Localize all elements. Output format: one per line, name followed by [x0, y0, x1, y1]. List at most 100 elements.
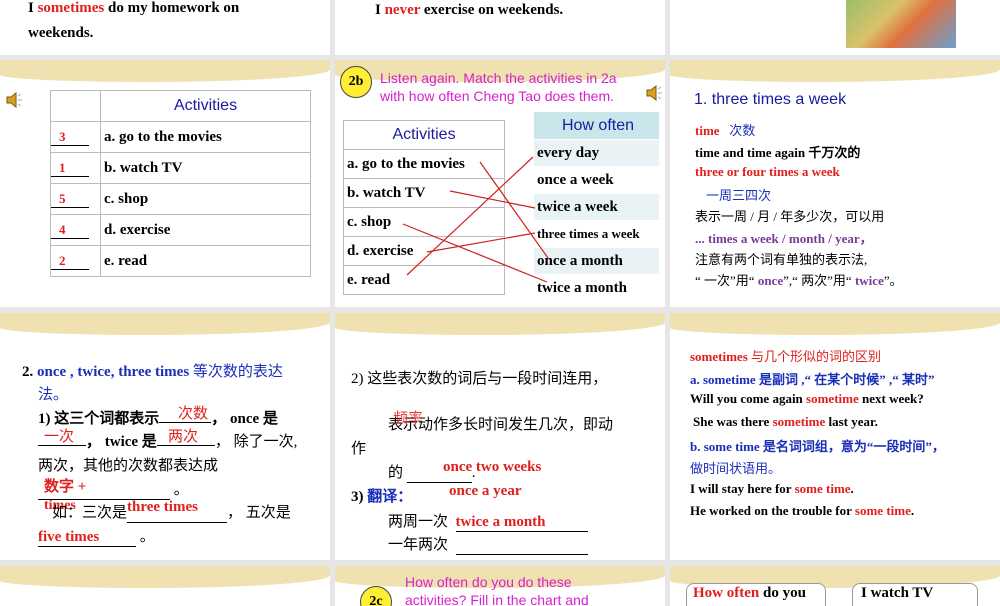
slide-row0-1[interactable]: I sometimes do my homework on weekends. — [0, 0, 330, 55]
exercise-badge: 2c — [360, 586, 392, 606]
answer-fill: 频率 — [393, 411, 424, 427]
activity-label: d. exercise — [100, 214, 311, 246]
header-band — [0, 313, 330, 335]
text-line: 一年两次 — [388, 533, 588, 555]
table-row: 3 a. go to the movies — [50, 121, 311, 153]
text: 两周一次 — [388, 514, 449, 530]
answer-fill: five times — [38, 529, 136, 547]
speaker-icon[interactable] — [5, 91, 23, 109]
slide-2b-matching[interactable]: 2b Listen again. Match the activities in… — [335, 60, 665, 307]
text-line: 法。 — [38, 387, 69, 403]
text-line: 表示一周 / 月 / 年多少次，可以用 — [695, 209, 885, 224]
header-band — [335, 313, 665, 335]
text: once , twice, three times — [37, 364, 190, 380]
text-line: 注意有两个词有单独的表示法, — [695, 252, 868, 267]
header-band — [670, 60, 1000, 82]
answer-fill: once a year — [449, 483, 522, 499]
header-band — [670, 313, 1000, 335]
activity-label: c. shop — [100, 183, 311, 215]
answer: 5 — [51, 191, 89, 208]
slide-row0-3[interactable] — [670, 0, 1000, 55]
section-title: 2. once , twice, three times 等次数的表达 — [22, 360, 283, 381]
text-line: He worked on the trouble for some time. — [690, 503, 914, 519]
text: Will you come again — [690, 391, 807, 406]
text: . — [910, 503, 915, 518]
text: 。 — [173, 482, 189, 498]
speech-box-question: How often do you — [686, 583, 826, 606]
activity-label: a. go to the movies — [100, 121, 311, 153]
sentence-sometimes: I sometimes do my homework on — [28, 0, 239, 17]
slide-row3-3[interactable]: How often do you I watch TV — [670, 566, 1000, 606]
match-line — [426, 232, 536, 253]
answer-fill: twice a month — [455, 514, 588, 532]
table-row: 1 b. watch TV — [50, 152, 311, 184]
match-line — [479, 161, 549, 259]
table-row: 4 d. exercise — [50, 214, 311, 246]
text: sometime — [772, 414, 826, 429]
text: do my homework on — [104, 0, 240, 16]
text: I will stay here for — [690, 481, 795, 496]
text: ”。 — [883, 273, 903, 288]
text-line: “ 一次”用“ once”,“ 两次”用“ twice”。 — [695, 270, 903, 289]
text: I — [375, 2, 385, 18]
answer: 4 — [51, 222, 89, 239]
slide-count-expressions[interactable]: 2. once , twice, three times 等次数的表达 法。 1… — [0, 313, 330, 560]
text: She was there — [693, 414, 773, 429]
text: How often — [693, 585, 760, 601]
text: last year. — [825, 414, 878, 429]
text-line: ... times a week / month / year， — [695, 231, 873, 246]
slide-three-times-a-week[interactable]: 1. three times a week time 次数 time and t… — [670, 60, 1000, 307]
highlight: sometimes — [37, 0, 105, 16]
text: I — [28, 0, 38, 16]
answer-cell[interactable]: 3 — [50, 121, 101, 153]
text: time — [695, 123, 720, 138]
text: 的 — [388, 465, 404, 481]
slide-row0-2[interactable]: I never exercise on weekends. — [335, 0, 665, 55]
answer-fill: 一次 — [44, 429, 75, 445]
match-line — [406, 156, 534, 276]
blank-header — [50, 90, 101, 122]
text: 3) — [351, 489, 368, 505]
text-line: She was there sometime last year. — [693, 414, 878, 430]
text: 2. — [22, 364, 37, 380]
text-line: 两次，其他的次数都表达成 — [38, 458, 219, 474]
text-line: I will stay here for some time. — [690, 481, 854, 497]
text: He worked on the trouble for — [690, 503, 855, 518]
activities-table: Activities 3 a. go to the movies 1 b. watc… — [50, 90, 311, 277]
answer-cell[interactable]: 2 — [50, 245, 101, 277]
header-band — [0, 60, 330, 82]
sentence-line2: weekends. — [28, 25, 94, 41]
match-line — [402, 223, 548, 283]
slide-2c[interactable]: 2c How often do you do these activities?… — [335, 566, 665, 606]
text: ， once 是 — [211, 411, 278, 427]
slide-title: 1. three times a week — [694, 91, 847, 108]
slide-row3-1[interactable] — [0, 566, 330, 606]
text: “ 一次”用“ — [695, 273, 758, 288]
answer-cell[interactable]: 1 — [50, 152, 101, 184]
text: 与几个形似的词的区别 — [747, 349, 882, 364]
text: do you — [759, 585, 806, 601]
text: sometimes — [690, 349, 748, 364]
text: once — [757, 273, 784, 288]
text: 翻译： — [367, 489, 413, 505]
text-line: 3) 翻译： — [351, 485, 412, 506]
text: some time — [794, 481, 851, 496]
activity-label: b. watch TV — [100, 152, 311, 184]
slide-2a-answers[interactable]: Activities 3 a. go to the movies 1 b. watc… — [0, 60, 330, 307]
answer-cell[interactable]: 4 — [50, 214, 101, 246]
activity-label: e. read — [100, 245, 311, 277]
table-row: 5 c. shop — [50, 183, 311, 215]
match-line — [449, 190, 536, 209]
text-line: 一周三四次 — [706, 188, 772, 203]
answer-cell[interactable]: 5 — [50, 183, 101, 215]
text-line: three or four times a week — [695, 164, 840, 179]
answer: 2 — [51, 253, 89, 270]
text: ， twice 是 — [86, 434, 157, 450]
text: 次数 — [729, 123, 756, 138]
slide-sometimes-differences[interactable]: sometimes 与几个形似的词的区别 a. sometime 是副词 ,“ … — [670, 313, 1000, 560]
slide-frequency-usage[interactable]: 2) 这些表次数的词后与一段时间连用， 表示动作多长时间发生几次，即动 频率 作… — [335, 313, 665, 560]
answer-fill: three times — [127, 499, 198, 515]
text: 。 — [139, 529, 155, 545]
text-line: 2) 这些表次数的词后与一段时间连用， — [351, 371, 608, 387]
text: sometime — [806, 391, 859, 406]
